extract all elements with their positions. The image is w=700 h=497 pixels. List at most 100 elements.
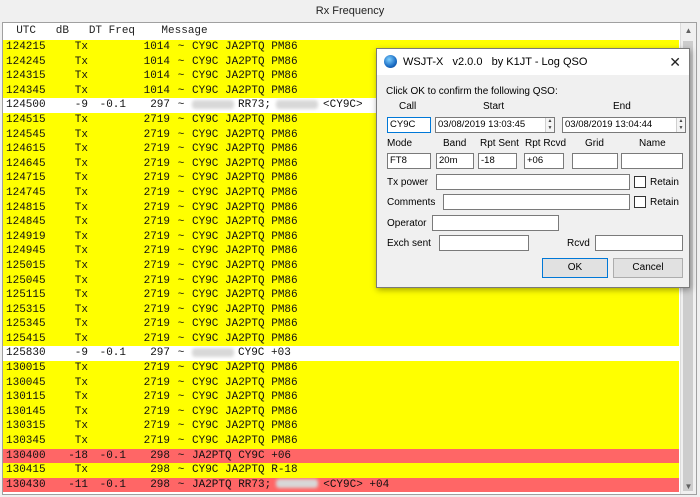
- row-db: Tx: [74, 41, 88, 53]
- scroll-down-icon[interactable]: ▼: [681, 479, 696, 494]
- band-field[interactable]: 20m: [436, 153, 474, 169]
- row-freq: 2719: [143, 201, 170, 214]
- row-message: CY9C +03: [192, 346, 291, 361]
- message-row[interactable]: 130400 -18 -0.1 298 ~ JA2PTQ CY9C +06: [3, 448, 679, 464]
- start-label: Start: [483, 101, 505, 112]
- row-utc: 124945: [6, 245, 46, 258]
- row-message: CY9C JA2PTQ PM86: [192, 390, 298, 405]
- row-freq: 298: [150, 464, 170, 477]
- tx-power-field[interactable]: [436, 174, 630, 190]
- scroll-up-icon[interactable]: ▲: [681, 23, 696, 38]
- close-icon[interactable]: ✕: [669, 49, 681, 75]
- comments-retain-label: Retain: [650, 197, 679, 208]
- ok-button[interactable]: OK: [542, 258, 608, 278]
- row-freq: 298: [150, 478, 170, 491]
- row-tilde: ~: [177, 362, 185, 375]
- row-utc: 130430: [6, 478, 46, 491]
- row-db: -18: [68, 449, 88, 462]
- row-utc: 124545: [6, 128, 46, 141]
- row-db: Tx: [74, 303, 88, 316]
- message-row[interactable]: 125415 Tx 2719 ~ CY9C JA2PTQ PM86: [3, 331, 679, 347]
- row-freq: 2719: [143, 289, 170, 302]
- row-freq: 2719: [143, 186, 170, 199]
- comments-retain-checkbox[interactable]: [634, 196, 646, 208]
- row-message: CY9C JA2PTQ PM86: [192, 113, 298, 128]
- row-db: Tx: [74, 216, 88, 229]
- row-utc: 124815: [6, 201, 46, 214]
- row-db: -11: [68, 478, 88, 491]
- row-db: Tx: [74, 172, 88, 185]
- message-row[interactable]: 130115 Tx 2719 ~ CY9C JA2PTQ PM86: [3, 390, 679, 405]
- redacted-callsign: [276, 99, 319, 109]
- message-row[interactable]: 130015 Tx 2719 ~ CY9C JA2PTQ PM86: [3, 361, 679, 376]
- row-message-text: CY9C JA2PTQ PM86: [192, 157, 298, 170]
- rcvd-field[interactable]: [595, 235, 683, 251]
- row-dt: -0.1: [99, 449, 126, 462]
- end-datetime-value: 03/08/2019 13:04:44: [565, 119, 653, 130]
- row-db: Tx: [74, 376, 88, 389]
- message-row[interactable]: 125830 -9 -0.1 297 ~ CY9C +03: [3, 346, 679, 362]
- row-message-text: CY9C JA2PTQ PM86: [192, 405, 298, 418]
- exch-sent-field[interactable]: [439, 235, 529, 251]
- message-row[interactable]: 125315 Tx 2719 ~ CY9C JA2PTQ PM86: [3, 302, 679, 318]
- row-message-text: CY9C JA2PTQ PM86: [192, 274, 298, 287]
- row-message: CY9C JA2PTQ PM86: [192, 157, 298, 172]
- start-datetime-field[interactable]: 03/08/2019 13:03:45 ▲ ▼: [435, 117, 555, 133]
- grid-field[interactable]: [572, 153, 618, 169]
- message-row[interactable]: 130345 Tx 2719 ~ CY9C JA2PTQ PM86: [3, 434, 679, 449]
- row-tilde: ~: [177, 245, 185, 258]
- call-field[interactable]: CY9C: [387, 117, 431, 133]
- mode-field[interactable]: FT8: [387, 153, 431, 169]
- row-message: CY9C JA2PTQ PM86: [192, 69, 298, 84]
- row-utc: 124245: [6, 55, 46, 68]
- row-tilde: ~: [177, 274, 185, 287]
- cancel-button[interactable]: Cancel: [613, 258, 683, 278]
- row-db: Tx: [74, 289, 88, 302]
- message-row[interactable]: 125115 Tx 2719 ~ CY9C JA2PTQ PM86: [3, 288, 679, 303]
- message-row[interactable]: 125345 Tx 2719 ~ CY9C JA2PTQ PM86: [3, 317, 679, 332]
- row-freq: 2719: [143, 245, 170, 258]
- rpt-sent-field[interactable]: -18: [478, 153, 517, 169]
- row-db: Tx: [74, 84, 88, 97]
- row-message-text: CY9C JA2PTQ PM86: [192, 113, 298, 126]
- dialog-prompt: Click OK to confirm the following QSO:: [386, 86, 558, 97]
- row-message: CY9C JA2PTQ PM86: [192, 215, 298, 230]
- row-utc: 124715: [6, 172, 46, 185]
- row-utc: 125830: [6, 347, 46, 360]
- row-freq: 2719: [143, 230, 170, 243]
- row-db: Tx: [74, 186, 88, 199]
- message-row[interactable]: 130315 Tx 2719 ~ CY9C JA2PTQ PM86: [3, 419, 679, 435]
- row-message-text: CY9C JA2PTQ PM86: [192, 303, 298, 316]
- row-message: CY9C JA2PTQ PM86: [192, 40, 298, 55]
- message-row[interactable]: 130045 Tx 2719 ~ CY9C JA2PTQ PM86: [3, 375, 679, 391]
- end-datetime-field[interactable]: 03/08/2019 13:04:44 ▲ ▼: [562, 117, 686, 133]
- row-message-text: CY9C JA2PTQ PM86: [192, 143, 298, 156]
- message-row[interactable]: 130145 Tx 2719 ~ CY9C JA2PTQ PM86: [3, 404, 679, 420]
- row-tilde: ~: [177, 230, 185, 243]
- row-db: Tx: [74, 362, 88, 375]
- message-row[interactable]: 130415 Tx 298 ~ CY9C JA2PTQ R-18: [3, 463, 679, 478]
- row-message-text: CY9C JA2PTQ PM86: [192, 332, 298, 345]
- row-message-text: CY9C JA2PTQ PM86: [192, 41, 298, 53]
- row-tilde: ~: [177, 41, 185, 53]
- row-message: CY9C JA2PTQ PM86: [192, 171, 298, 186]
- row-freq: 2719: [143, 259, 170, 272]
- row-message: CY9C JA2PTQ PM86: [192, 84, 298, 99]
- row-utc: 125415: [6, 332, 46, 345]
- name-field[interactable]: [621, 153, 683, 169]
- row-message: CY9C JA2PTQ PM86: [192, 186, 298, 201]
- operator-field[interactable]: [432, 215, 559, 231]
- row-tilde: ~: [177, 55, 185, 68]
- row-message-text: CY9C JA2PTQ PM86: [192, 128, 298, 141]
- row-freq: 2719: [143, 216, 170, 229]
- row-utc: 130045: [6, 376, 46, 389]
- row-tilde: ~: [177, 464, 185, 477]
- end-spinner[interactable]: ▲ ▼: [676, 118, 685, 132]
- row-message: CY9C JA2PTQ PM86: [192, 201, 298, 216]
- message-row[interactable]: 130430 -11 -0.1 298 ~ JA2PTQ RR73; <CY9C> +04: [3, 477, 679, 493]
- row-db: Tx: [74, 70, 88, 83]
- rpt-rcvd-field[interactable]: +06: [524, 153, 564, 169]
- start-spinner[interactable]: ▲ ▼: [545, 118, 554, 132]
- comments-field[interactable]: [443, 194, 630, 210]
- tx-power-retain-checkbox[interactable]: [634, 176, 646, 188]
